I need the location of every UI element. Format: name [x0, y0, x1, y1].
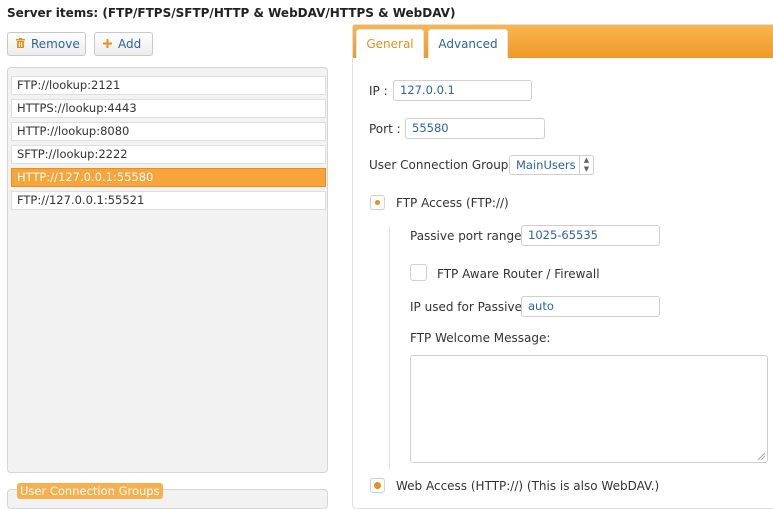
ftp-access-radio[interactable]	[370, 195, 385, 210]
user-connection-groups-legend: User Connection Groups	[17, 483, 163, 499]
passive-ip-input[interactable]: auto	[521, 296, 660, 317]
port-input[interactable]: 55580	[405, 118, 545, 139]
tab-general[interactable]: General	[356, 29, 424, 58]
server-list-item[interactable]: HTTPS://lookup:4443	[11, 99, 326, 118]
passive-ip-label: IP used for Passive:	[410, 300, 526, 314]
ip-label: IP :	[369, 84, 388, 98]
plus-icon	[103, 37, 112, 51]
radio-dot-icon	[374, 482, 381, 489]
server-list-item[interactable]: FTP://127.0.0.1:55521	[11, 191, 326, 210]
remove-button[interactable]: Remove	[7, 32, 86, 56]
web-access-radio[interactable]	[370, 478, 385, 493]
ftp-aware-router-checkbox[interactable]	[410, 264, 427, 281]
server-list-item[interactable]: SFTP://lookup:2222	[11, 145, 326, 164]
page-title: Server items: (FTP/FTPS/SFTP/HTTP & WebD…	[7, 6, 456, 20]
server-list-panel: FTP://lookup:2121 HTTPS://lookup:4443 HT…	[7, 67, 328, 473]
server-list-item[interactable]: HTTP://lookup:8080	[11, 122, 326, 141]
user-connection-groups-select[interactable]: MainUsers ▲ ▼	[509, 155, 594, 175]
select-arrows-icon: ▲ ▼	[579, 156, 593, 174]
radio-dot-icon	[375, 200, 380, 205]
ftp-section-divider	[389, 226, 390, 470]
ftp-welcome-message-textarea[interactable]	[410, 355, 768, 463]
user-connection-groups-label: User Connection Groups	[369, 158, 515, 172]
tab-advanced[interactable]: Advanced	[428, 29, 508, 58]
server-list-item-selected[interactable]: HTTP://127.0.0.1:55580	[11, 168, 326, 187]
ftp-welcome-message-label: FTP Welcome Message:	[410, 331, 551, 345]
passive-port-range-input[interactable]: 1025-65535	[521, 225, 660, 246]
port-label: Port :	[369, 122, 401, 136]
user-connection-groups-value: MainUsers	[516, 158, 576, 172]
passive-port-range-label: Passive port range:	[410, 229, 526, 243]
ip-input[interactable]: 127.0.0.1	[393, 80, 532, 101]
trash-icon	[16, 37, 25, 51]
add-button[interactable]: Add	[94, 32, 153, 56]
web-access-label: Web Access (HTTP://) (This is also WebDA…	[396, 479, 660, 493]
server-list-item[interactable]: FTP://lookup:2121	[11, 76, 326, 95]
remove-button-label: Remove	[31, 37, 80, 51]
ftp-access-label: FTP Access (FTP://)	[396, 196, 509, 210]
resize-grip-icon[interactable]	[757, 452, 765, 460]
add-button-label: Add	[118, 37, 142, 51]
ftp-aware-router-label: FTP Aware Router / Firewall	[437, 267, 600, 281]
